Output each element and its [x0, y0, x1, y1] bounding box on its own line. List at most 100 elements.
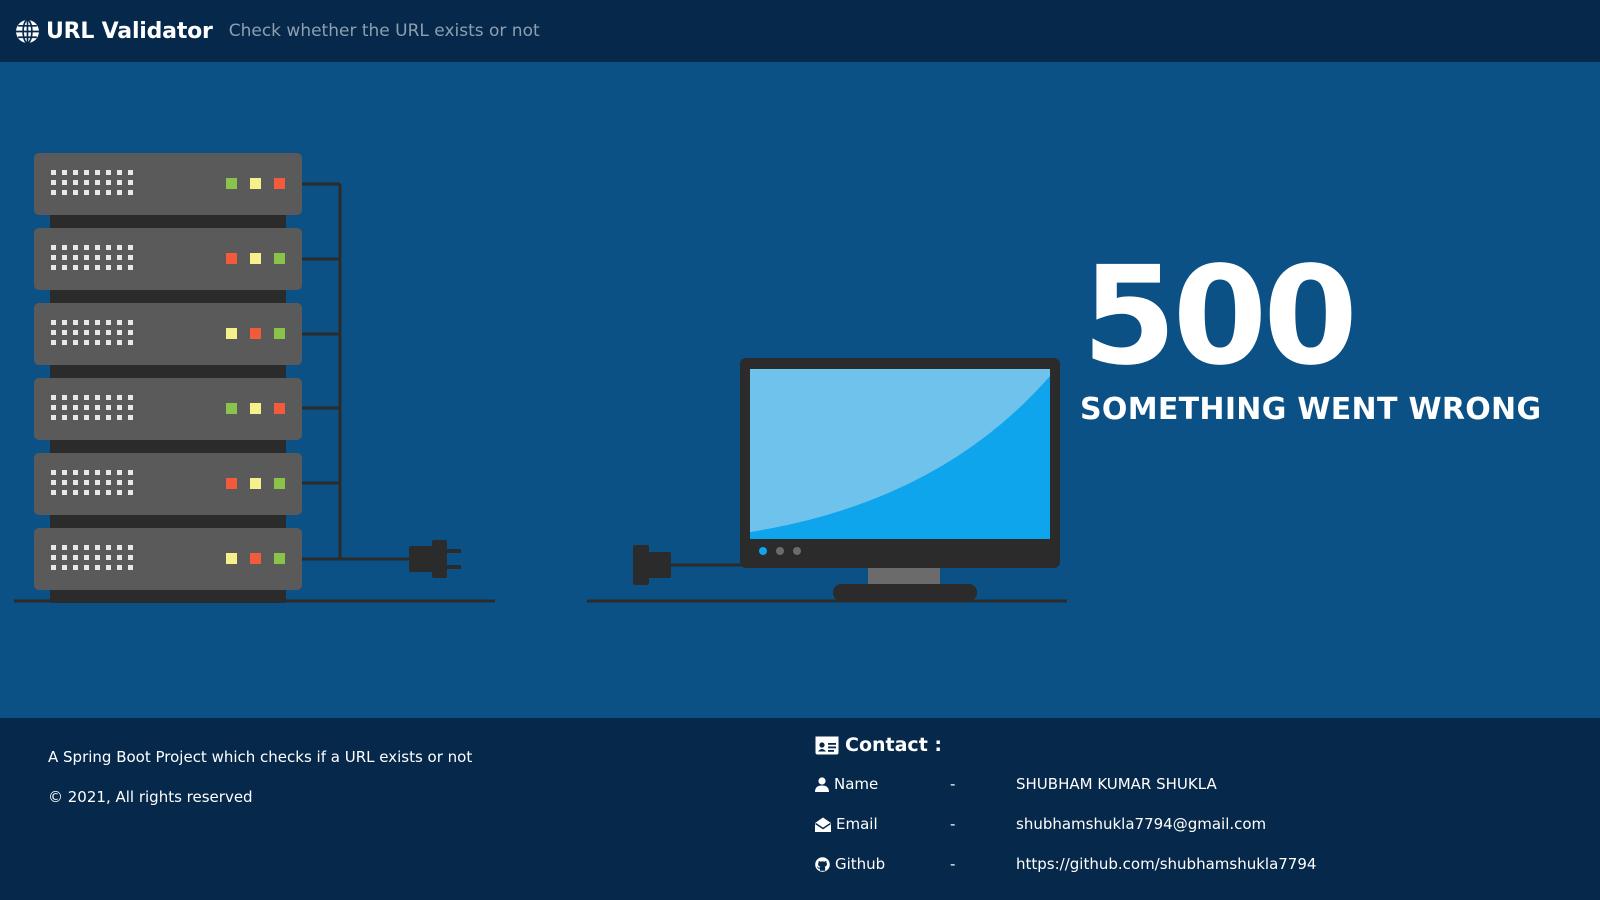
vent-dot: [84, 405, 89, 410]
vent-dot: [128, 405, 133, 410]
email-link[interactable]: shubhamshukla7794@gmail.com: [1016, 815, 1266, 833]
power-socket: [633, 545, 671, 585]
vent-dot: [128, 245, 133, 250]
vent-dot: [84, 555, 89, 560]
vent-dot: [84, 245, 89, 250]
vent-dot: [95, 190, 100, 195]
status-led: [226, 328, 237, 339]
vent-dot: [128, 180, 133, 185]
vent-dot: [51, 545, 56, 550]
vent-dot: [62, 320, 67, 325]
status-led: [250, 403, 261, 414]
vent-dot: [62, 395, 67, 400]
status-led: [226, 253, 237, 264]
vent-dot: [95, 320, 100, 325]
footer: A Spring Boot Project which checks if a …: [0, 718, 1600, 900]
vent-dot: [117, 320, 122, 325]
vent-dot: [84, 190, 89, 195]
vent-dot: [51, 470, 56, 475]
vent-dot: [51, 565, 56, 570]
status-led: [226, 553, 237, 564]
vent-dot: [62, 245, 67, 250]
vent-dot: [84, 330, 89, 335]
brand-link[interactable]: URL Validator: [15, 19, 213, 44]
status-led: [274, 553, 285, 564]
error-block: 500 SOMETHING WENT WRONG: [1080, 238, 1541, 427]
vent-dot: [62, 555, 67, 560]
vent-dot: [128, 545, 133, 550]
status-led: [226, 403, 237, 414]
vent-dot: [117, 490, 122, 495]
vent-dot: [128, 330, 133, 335]
vent-dot: [51, 265, 56, 270]
contact-value-github: https://github.com/shubhamshukla7794: [1016, 855, 1316, 873]
vent-dot: [106, 265, 111, 270]
vent-dot: [51, 405, 56, 410]
vent-dot: [73, 555, 78, 560]
contact-separator: -: [950, 855, 956, 873]
vent-dot: [62, 480, 67, 485]
vent-dot: [117, 480, 122, 485]
vent-dot: [84, 415, 89, 420]
vent-dot: [62, 565, 67, 570]
vent-dot: [95, 340, 100, 345]
contact-row-github: Github - https://github.com/shubhamshukl…: [815, 844, 1515, 884]
vent-dot: [128, 190, 133, 195]
github-link[interactable]: https://github.com/shubhamshukla7794: [1016, 855, 1316, 873]
vent-dot: [95, 255, 100, 260]
vent-dot: [117, 170, 122, 175]
vent-dot: [84, 565, 89, 570]
envelope-open-icon: [815, 817, 831, 832]
contact-label-github: Github: [835, 855, 886, 873]
vent-dot: [128, 340, 133, 345]
vent-dot: [84, 320, 89, 325]
id-card-icon: [815, 736, 839, 754]
vent-dot: [117, 405, 122, 410]
vent-dot: [117, 415, 122, 420]
error-hero: 500 SOMETHING WENT WRONG: [0, 62, 1600, 718]
project-description: A Spring Boot Project which checks if a …: [48, 748, 473, 766]
server-unit: [34, 228, 302, 303]
globe-icon: [16, 18, 39, 44]
vent-dot: [106, 245, 111, 250]
vent-dot: [62, 415, 67, 420]
disconnected-server-illustration: [14, 153, 1067, 603]
navbar-tagline: Check whether the URL exists or not: [228, 21, 540, 41]
vent-dot: [95, 545, 100, 550]
vent-dot: [117, 395, 122, 400]
vent-dot: [95, 265, 100, 270]
contact-section: Contact : Name - SHUBHAM KUMAR SHUKLA Em…: [815, 734, 1515, 884]
vent-dot: [62, 330, 67, 335]
vent-dot: [117, 265, 122, 270]
vent-dot: [95, 415, 100, 420]
status-led: [274, 328, 285, 339]
error-code: 500: [1082, 238, 1358, 396]
vent-dot: [51, 170, 56, 175]
vent-dot: [51, 255, 56, 260]
vent-dot: [73, 180, 78, 185]
vent-dot: [128, 490, 133, 495]
power-plug: [409, 540, 461, 578]
vent-dot: [106, 255, 111, 260]
vent-dot: [73, 245, 78, 250]
server-unit: [34, 528, 302, 603]
vent-dot: [95, 470, 100, 475]
status-led: [250, 253, 261, 264]
vent-dot: [95, 490, 100, 495]
vent-dot: [106, 480, 111, 485]
vent-dot: [95, 555, 100, 560]
status-led: [250, 553, 261, 564]
vent-dot: [84, 470, 89, 475]
vent-dot: [73, 415, 78, 420]
vent-dot: [95, 180, 100, 185]
status-led: [274, 478, 285, 489]
vent-dot: [128, 415, 133, 420]
vent-dot: [73, 265, 78, 270]
vent-dot: [51, 415, 56, 420]
vent-dot: [51, 555, 56, 560]
vent-dot: [95, 245, 100, 250]
vent-dot: [106, 415, 111, 420]
vent-dot: [117, 190, 122, 195]
vent-dot: [51, 180, 56, 185]
navbar: URL Validator Check whether the URL exis…: [0, 0, 1600, 62]
